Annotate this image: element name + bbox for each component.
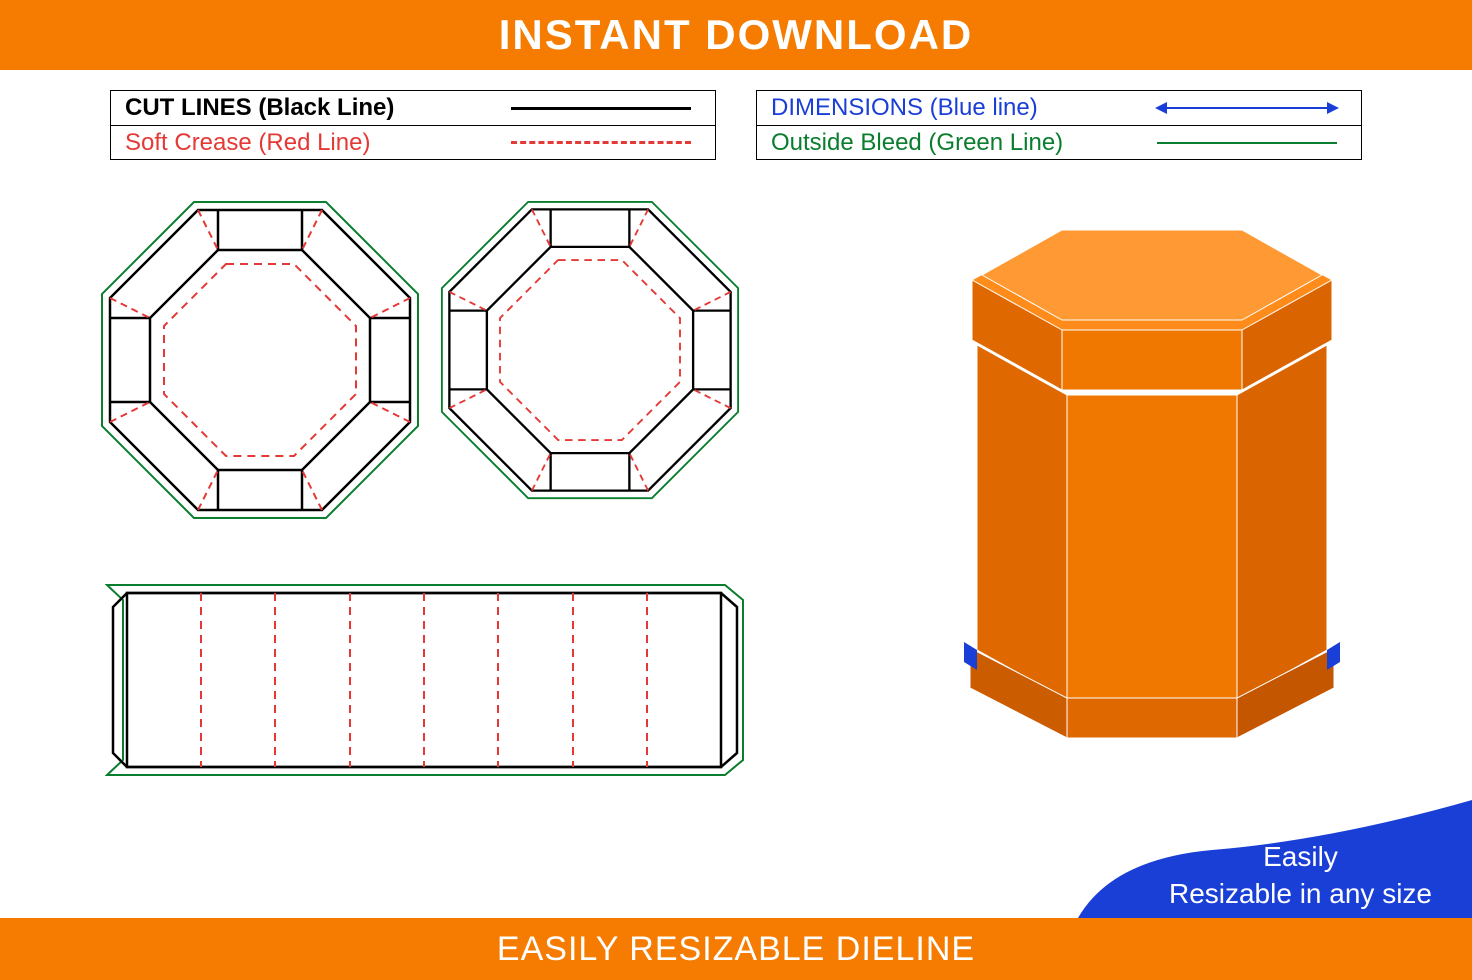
crease-line-sample — [501, 141, 701, 144]
dimension-arrow-sample — [1147, 107, 1347, 109]
top-banner: INSTANT DOWNLOAD — [0, 0, 1472, 70]
legend: CUT LINES (Black Line) Soft Crease (Red … — [0, 70, 1472, 170]
product-3d-preview — [922, 210, 1382, 750]
bottom-banner: EASILY RESIZABLE DIELINE — [0, 918, 1472, 980]
legend-bleed-label: Outside Bleed (Green Line) — [771, 129, 1147, 157]
dieline-octagon-base — [440, 200, 740, 500]
legend-right: DIMENSIONS (Blue line) Outside Bleed (Gr… — [756, 90, 1362, 160]
resizable-badge: Easily Resizable in any size — [952, 800, 1472, 930]
resizable-badge-text: Easily Resizable in any size — [1169, 839, 1432, 912]
bleed-line-sample — [1147, 142, 1347, 144]
dieline-octagon-top — [100, 200, 420, 520]
legend-dimensions: DIMENSIONS (Blue line) — [757, 91, 1361, 125]
bottom-banner-title: EASILY RESIZABLE DIELINE — [497, 930, 975, 969]
legend-crease-label: Soft Crease (Red Line) — [125, 129, 501, 157]
dieline-body-strip — [105, 565, 745, 795]
badge-line2: Resizable in any size — [1169, 876, 1432, 912]
main-diagram-area: Easily Resizable in any size — [0, 170, 1472, 930]
top-banner-title: INSTANT DOWNLOAD — [499, 11, 974, 59]
badge-line1: Easily — [1169, 839, 1432, 875]
legend-cut-label: CUT LINES (Black Line) — [125, 94, 501, 122]
legend-crease: Soft Crease (Red Line) — [111, 125, 715, 159]
legend-bleed: Outside Bleed (Green Line) — [757, 125, 1361, 159]
legend-cut: CUT LINES (Black Line) — [111, 91, 715, 125]
cut-line-sample — [501, 107, 701, 110]
legend-left: CUT LINES (Black Line) Soft Crease (Red … — [110, 90, 716, 160]
legend-dim-label: DIMENSIONS (Blue line) — [771, 94, 1147, 122]
